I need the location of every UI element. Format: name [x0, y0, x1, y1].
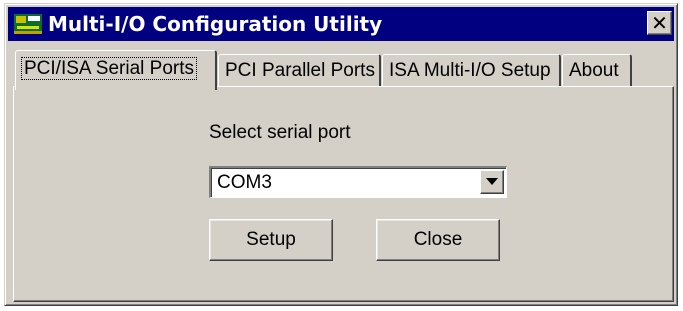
serial-ports-panel: Select serial port COM3 Setup Close: [13, 86, 674, 302]
tab-label: About: [569, 60, 619, 81]
tab-isa-multi-io-setup[interactable]: ISA Multi-I/O Setup: [382, 54, 561, 88]
tab-label: PCI Parallel Ports: [225, 60, 375, 81]
serial-port-select[interactable]: COM3: [209, 166, 507, 198]
triangle-down-icon: [486, 178, 498, 185]
serial-port-value: COM3: [217, 172, 272, 193]
setup-button[interactable]: Setup: [209, 219, 333, 261]
title-bar[interactable]: Multi-I/O Configuration Utility ✕: [8, 7, 674, 41]
window-title: Multi-I/O Configuration Utility: [48, 12, 383, 36]
board-icon: [14, 14, 42, 34]
tab-pci-parallel-ports[interactable]: PCI Parallel Ports: [218, 54, 381, 88]
app-window: Multi-I/O Configuration Utility ✕ PCI/IS…: [4, 3, 678, 306]
dropdown-button[interactable]: [480, 170, 504, 194]
tab-label: PCI/ISA Serial Ports: [20, 57, 198, 80]
close-button[interactable]: Close: [376, 219, 500, 261]
close-icon[interactable]: ✕: [647, 11, 672, 35]
tab-label: ISA Multi-I/O Setup: [389, 60, 551, 81]
select-serial-port-label: Select serial port: [209, 122, 351, 143]
tab-about[interactable]: About: [562, 54, 632, 88]
tab-pci-isa-serial-ports[interactable]: PCI/ISA Serial Ports: [15, 50, 217, 90]
